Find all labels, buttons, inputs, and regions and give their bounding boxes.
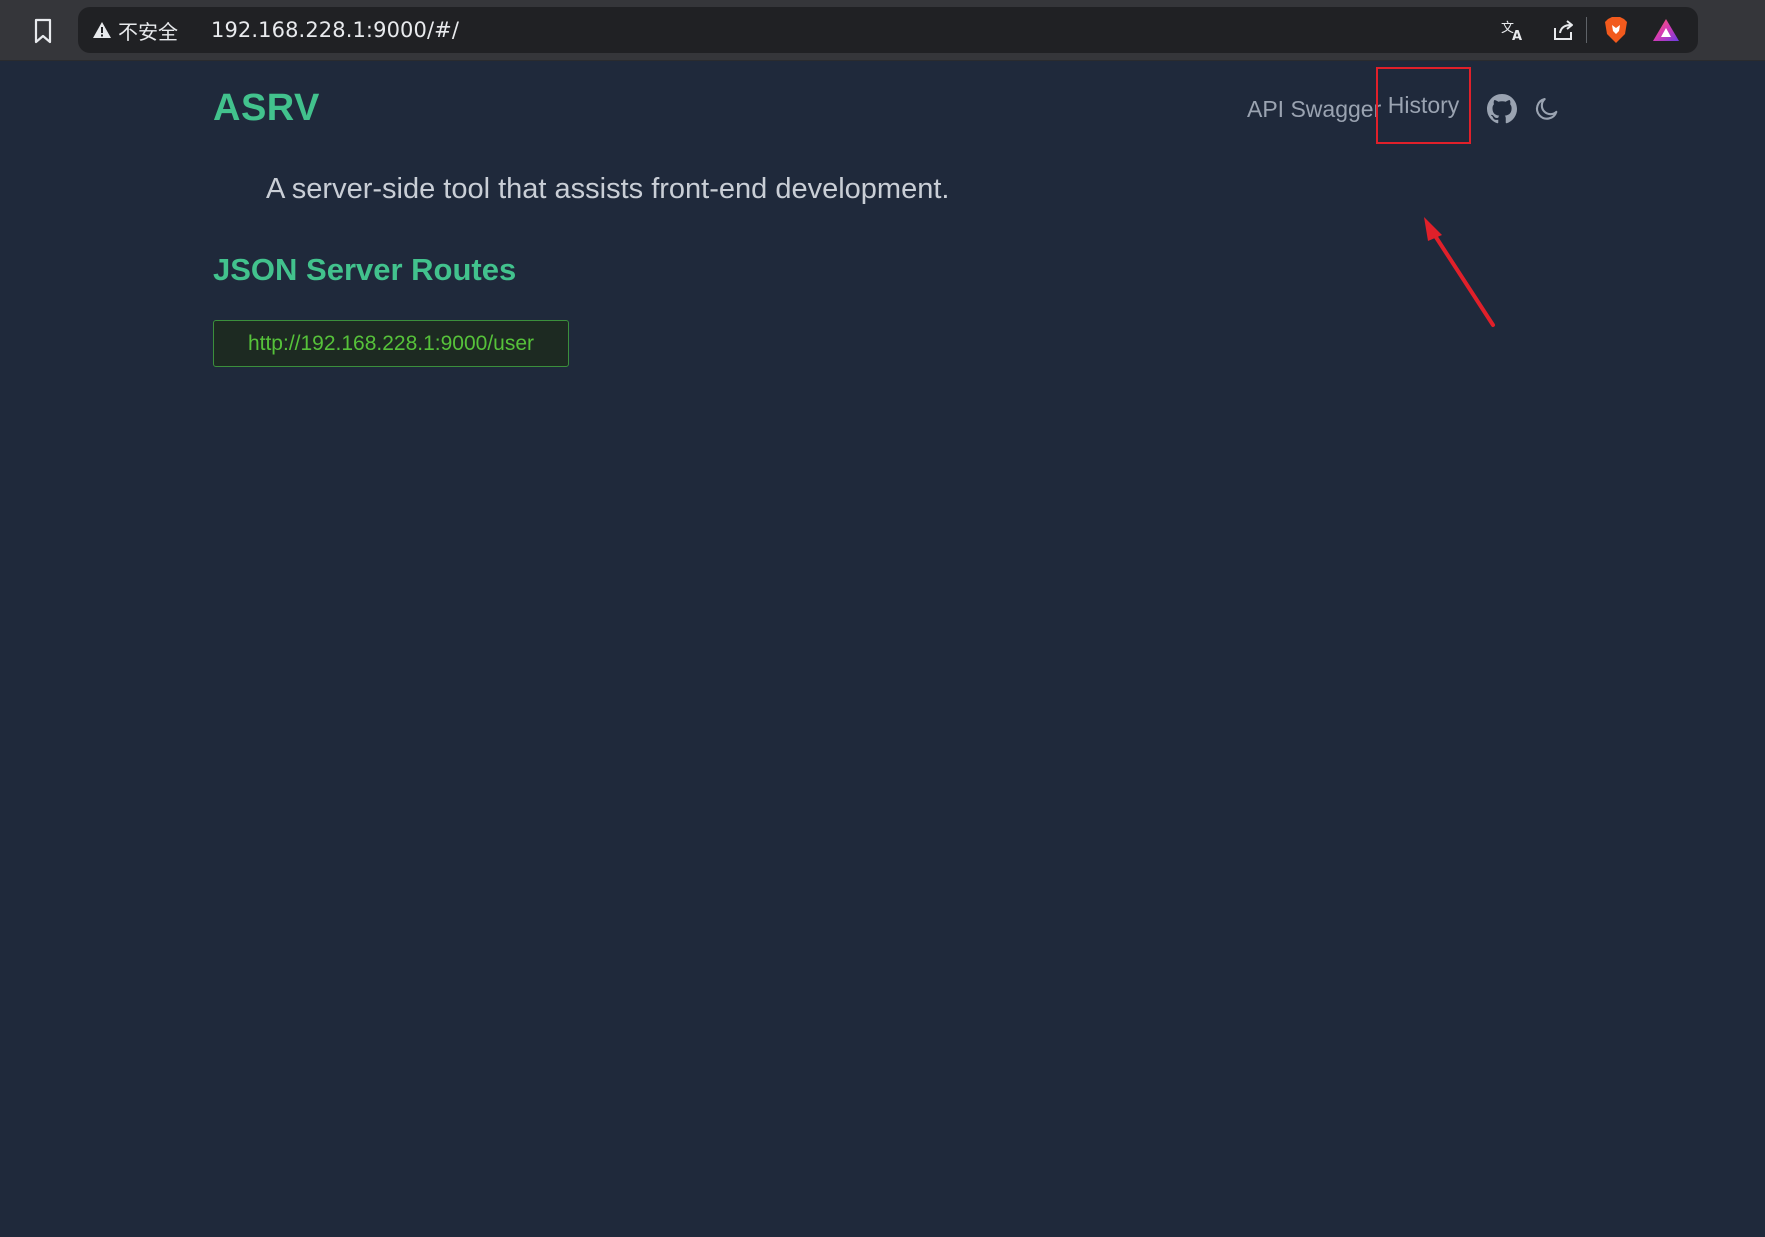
brave-shield-icon[interactable]	[1601, 15, 1631, 45]
nav-api-swagger[interactable]: API Swagger	[1247, 96, 1381, 123]
toolbar-divider	[1586, 17, 1587, 43]
url-text[interactable]: 192.168.228.1:9000/#/	[211, 7, 459, 53]
security-label: 不安全	[118, 19, 178, 44]
route-link-user[interactable]: http://192.168.228.1:9000/user	[213, 320, 569, 367]
moon-icon[interactable]	[1530, 92, 1564, 126]
translate-icon[interactable]: 文 A	[1498, 15, 1528, 45]
brand-logo[interactable]: ASRV	[213, 87, 320, 130]
share-icon[interactable]	[1548, 15, 1578, 45]
address-bar[interactable]: 不安全 192.168.228.1:9000/#/ 文 A	[78, 7, 1698, 53]
page-content: ASRV API Swagger History A server-side t…	[0, 61, 1765, 1237]
warning-icon	[93, 22, 111, 38]
nav-history[interactable]: History	[1376, 67, 1471, 144]
tagline: A server-side tool that assists front-en…	[266, 173, 950, 205]
security-indicator[interactable]: 不安全	[92, 7, 178, 53]
browser-toolbar: 不安全 192.168.228.1:9000/#/ 文 A	[0, 0, 1765, 61]
routes-title: JSON Server Routes	[213, 252, 517, 287]
brave-rewards-icon[interactable]	[1651, 15, 1681, 45]
github-icon[interactable]	[1485, 92, 1519, 126]
annotation-arrow	[1424, 217, 1495, 327]
svg-text:A: A	[1512, 29, 1522, 42]
bookmark-icon[interactable]	[26, 14, 60, 48]
nav-history-label: History	[1387, 92, 1460, 118]
